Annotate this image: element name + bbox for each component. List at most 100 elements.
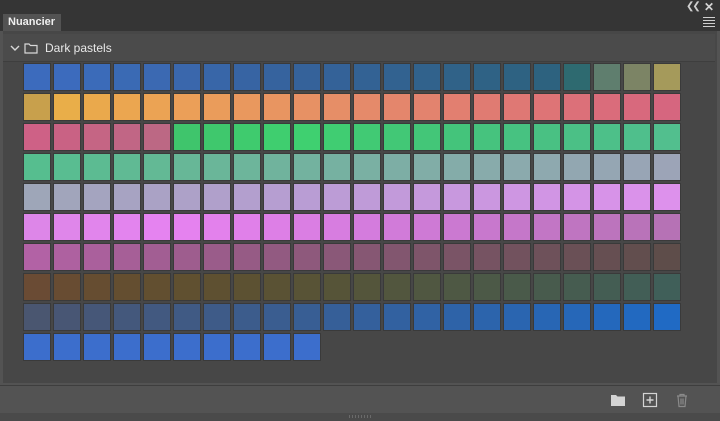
color-swatch[interactable] — [473, 63, 501, 91]
color-swatch[interactable] — [203, 183, 231, 211]
color-swatch[interactable] — [203, 303, 231, 331]
color-swatch[interactable] — [23, 123, 51, 151]
color-swatch[interactable] — [233, 93, 261, 121]
color-swatch[interactable] — [593, 93, 621, 121]
color-swatch[interactable] — [53, 93, 81, 121]
color-swatch[interactable] — [503, 153, 531, 181]
color-swatch[interactable] — [263, 303, 291, 331]
color-swatch[interactable] — [533, 63, 561, 91]
color-swatch[interactable] — [473, 123, 501, 151]
color-swatch[interactable] — [383, 123, 411, 151]
color-swatch[interactable] — [173, 153, 201, 181]
color-swatch[interactable] — [443, 93, 471, 121]
color-swatch[interactable] — [503, 123, 531, 151]
color-swatch[interactable] — [263, 63, 291, 91]
color-swatch[interactable] — [383, 243, 411, 271]
color-swatch[interactable] — [83, 93, 111, 121]
color-swatch[interactable] — [293, 153, 321, 181]
color-swatch[interactable] — [293, 93, 321, 121]
color-swatch[interactable] — [623, 63, 651, 91]
color-swatch[interactable] — [563, 213, 591, 241]
color-swatch[interactable] — [443, 303, 471, 331]
color-swatch[interactable] — [113, 93, 141, 121]
color-swatch[interactable] — [53, 273, 81, 301]
color-swatch[interactable] — [53, 183, 81, 211]
color-swatch[interactable] — [203, 153, 231, 181]
color-swatch[interactable] — [383, 93, 411, 121]
color-swatch[interactable] — [323, 93, 351, 121]
color-swatch[interactable] — [293, 303, 321, 331]
color-swatch[interactable] — [293, 243, 321, 271]
color-swatch[interactable] — [263, 123, 291, 151]
color-swatch[interactable] — [173, 123, 201, 151]
color-swatch[interactable] — [623, 303, 651, 331]
color-swatch[interactable] — [263, 183, 291, 211]
color-swatch[interactable] — [263, 213, 291, 241]
color-swatch[interactable] — [173, 303, 201, 331]
color-swatch[interactable] — [503, 273, 531, 301]
color-swatch[interactable] — [563, 303, 591, 331]
color-swatch[interactable] — [383, 63, 411, 91]
color-swatch[interactable] — [443, 63, 471, 91]
color-swatch[interactable] — [563, 123, 591, 151]
color-swatch[interactable] — [233, 183, 261, 211]
color-swatch[interactable] — [623, 153, 651, 181]
color-swatch[interactable] — [53, 153, 81, 181]
color-swatch[interactable] — [233, 123, 261, 151]
color-swatch[interactable] — [593, 183, 621, 211]
color-swatch[interactable] — [323, 303, 351, 331]
color-swatch[interactable] — [653, 243, 681, 271]
color-swatch[interactable] — [593, 243, 621, 271]
color-swatch[interactable] — [203, 63, 231, 91]
color-swatch[interactable] — [143, 243, 171, 271]
color-swatch[interactable] — [143, 123, 171, 151]
add-icon[interactable] — [642, 392, 658, 408]
color-swatch[interactable] — [203, 333, 231, 361]
color-swatch[interactable] — [263, 93, 291, 121]
color-swatch[interactable] — [23, 273, 51, 301]
color-swatch[interactable] — [293, 183, 321, 211]
color-swatch[interactable] — [143, 273, 171, 301]
color-swatch[interactable] — [443, 183, 471, 211]
color-swatch[interactable] — [143, 213, 171, 241]
color-swatch[interactable] — [563, 63, 591, 91]
color-swatch[interactable] — [83, 153, 111, 181]
color-swatch[interactable] — [503, 63, 531, 91]
color-swatch[interactable] — [473, 93, 501, 121]
color-swatch[interactable] — [533, 153, 561, 181]
color-swatch[interactable] — [593, 123, 621, 151]
color-swatch[interactable] — [443, 243, 471, 271]
color-swatch[interactable] — [353, 273, 381, 301]
color-swatch[interactable] — [23, 333, 51, 361]
color-swatch[interactable] — [473, 183, 501, 211]
color-swatch[interactable] — [323, 63, 351, 91]
color-swatch[interactable] — [653, 123, 681, 151]
color-swatch[interactable] — [503, 303, 531, 331]
color-swatch[interactable] — [173, 333, 201, 361]
color-swatch[interactable] — [473, 213, 501, 241]
color-swatch[interactable] — [143, 63, 171, 91]
color-swatch[interactable] — [353, 153, 381, 181]
color-swatch[interactable] — [143, 183, 171, 211]
color-swatch[interactable] — [563, 243, 591, 271]
color-swatch[interactable] — [383, 303, 411, 331]
color-swatch[interactable] — [113, 273, 141, 301]
color-swatch[interactable] — [83, 303, 111, 331]
close-icon[interactable]: ✕ — [702, 0, 716, 14]
color-swatch[interactable] — [503, 93, 531, 121]
color-swatch[interactable] — [83, 213, 111, 241]
color-swatch[interactable] — [293, 273, 321, 301]
color-swatch[interactable] — [323, 123, 351, 151]
color-swatch[interactable] — [23, 213, 51, 241]
tab-nuancier[interactable]: Nuancier — [3, 14, 62, 31]
color-swatch[interactable] — [383, 213, 411, 241]
color-swatch[interactable] — [83, 243, 111, 271]
hamburger-menu-icon[interactable] — [703, 17, 715, 28]
color-swatch[interactable] — [413, 153, 441, 181]
color-swatch[interactable] — [443, 273, 471, 301]
color-swatch[interactable] — [323, 183, 351, 211]
color-swatch[interactable] — [263, 333, 291, 361]
color-swatch[interactable] — [563, 93, 591, 121]
color-swatch[interactable] — [143, 303, 171, 331]
color-swatch[interactable] — [233, 153, 261, 181]
